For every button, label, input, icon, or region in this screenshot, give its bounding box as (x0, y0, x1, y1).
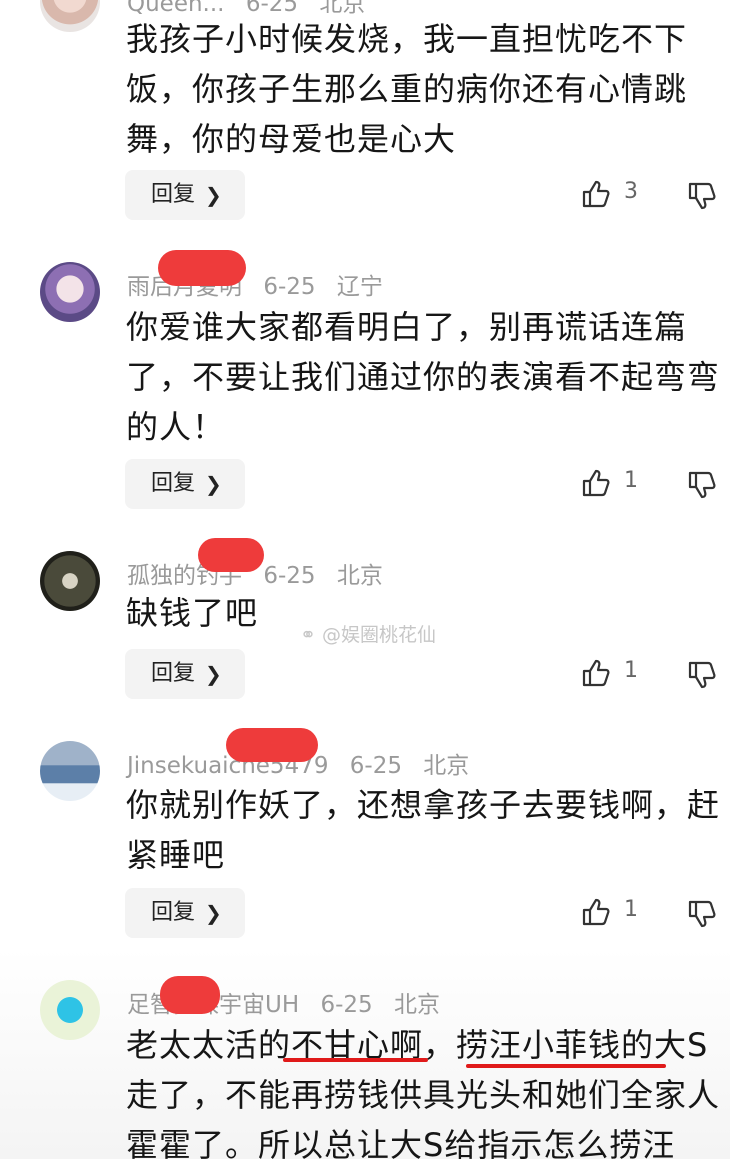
comment-location: 北京 (423, 753, 470, 779)
reaction-bar: 1 (580, 459, 720, 509)
reply-button[interactable]: 回复 ❯ (125, 888, 245, 938)
comment-text: 你就别作妖了，还想拿孩子去要钱啊，赶紧睡吧 (126, 786, 721, 874)
reply-label: 回复 (151, 661, 196, 686)
highlight-underline (283, 1058, 428, 1062)
redaction-mark (226, 728, 318, 762)
reaction-bar: 1 (580, 649, 720, 699)
like-count: 1 (624, 658, 638, 683)
like-count: 1 (624, 897, 638, 922)
avatar[interactable] (40, 741, 100, 801)
comment-text: 我孩子小时候发烧，我一直担忧吃不下饭，你孩子生那么重的病你还有心情跳舞，你的母爱… (126, 20, 688, 158)
like-count: 3 (624, 179, 638, 204)
thumbs-up-icon[interactable] (580, 467, 612, 499)
redaction-mark (160, 976, 220, 1014)
comment-location: 北京 (393, 992, 440, 1018)
chevron-right-icon: ❯ (205, 472, 222, 496)
comment-location: 北京 (336, 563, 383, 589)
highlight-underline (466, 1064, 666, 1068)
comment-date: 6-25 (263, 563, 316, 589)
reply-button[interactable]: 回复 ❯ (125, 170, 245, 220)
thumbs-up-icon[interactable] (580, 178, 612, 210)
thumbs-up-icon[interactable] (580, 657, 612, 689)
comment-text: 老太太活的不甘心啊，捞汪小菲钱的大S走了，不能再捞钱供具光头和她们全家人霍霍了。… (126, 1026, 721, 1164)
thumbs-down-icon[interactable] (686, 659, 718, 691)
thumbs-down-icon[interactable] (686, 469, 718, 501)
chevron-right-icon: ❯ (205, 662, 222, 686)
redaction-mark (158, 250, 246, 286)
comment-date: 6-25 (320, 992, 373, 1018)
watermark: ⚭ @娱圈桃花仙 (300, 620, 436, 647)
reply-label: 回复 (151, 471, 196, 496)
thumbs-down-icon[interactable] (686, 180, 718, 212)
avatar[interactable] (40, 262, 100, 322)
chevron-right-icon: ❯ (205, 183, 222, 207)
thumbs-up-icon[interactable] (580, 896, 612, 928)
weibo-icon: ⚭ (300, 624, 316, 646)
comment-text: 你爱谁大家都看明白了，别再谎话连篇了，不要让我们通过你的表演看不起弯弯的人！ (126, 308, 721, 446)
avatar[interactable] (40, 980, 100, 1040)
reply-button[interactable]: 回复 ❯ (125, 459, 245, 509)
chevron-right-icon: ❯ (205, 901, 222, 925)
thumbs-down-icon[interactable] (686, 898, 718, 930)
avatar[interactable] (40, 0, 100, 32)
comment-date: 6-25 (349, 753, 402, 779)
redaction-mark (198, 538, 264, 572)
watermark-text: @娱圈桃花仙 (321, 624, 436, 646)
reply-label: 回复 (151, 182, 196, 207)
comment-date: 6-25 (263, 274, 316, 300)
comment-location: 辽宁 (336, 274, 383, 300)
reply-button[interactable]: 回复 ❯ (125, 649, 245, 699)
like-count: 1 (624, 468, 638, 493)
avatar[interactable] (40, 551, 100, 611)
reaction-bar: 1 (580, 888, 720, 938)
reply-label: 回复 (151, 900, 196, 925)
reaction-bar: 3 (580, 170, 720, 220)
